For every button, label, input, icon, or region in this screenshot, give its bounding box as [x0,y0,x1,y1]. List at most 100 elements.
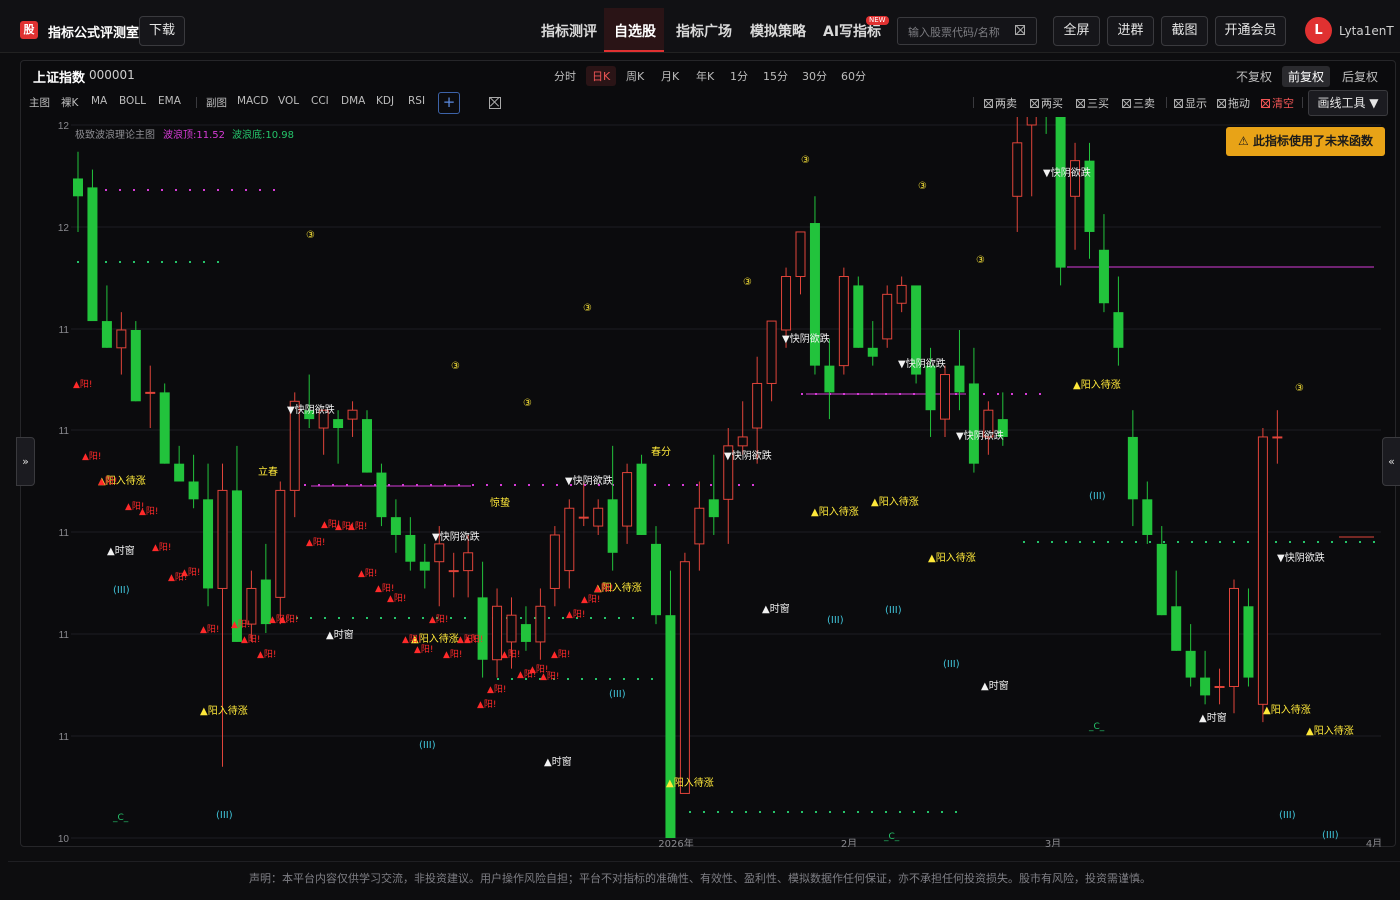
signal-yang-mark: ▲阳! [464,634,484,645]
candle-body [1156,543,1167,616]
wave-circle-three: ③ [583,303,592,314]
checkbox-icon [1030,99,1039,108]
candle-body [463,552,474,572]
x-tick-label: 2026年 [658,837,693,847]
candle-body [968,383,979,464]
expand-left-panel-icon[interactable]: » [16,437,35,486]
tool-main-chart[interactable]: 主图 [29,95,50,110]
signal-yang-mark: ▲阳! [306,537,326,548]
period-1min[interactable]: 1分 [730,68,748,84]
checkbox-icon [1174,99,1183,108]
checkbox-icon [1217,99,1226,108]
tool-macd[interactable]: MACD [237,95,268,107]
avatar[interactable]: L [1305,17,1332,44]
future-function-warning-button[interactable]: ⚠ 此指标使用了未来函数 [1226,127,1385,156]
period-weekly[interactable]: 周K [626,68,644,84]
candlestick-chart[interactable]: 12 12 11 11 11 11 11 10 2026年 2月 3月 4月 极致波浪理论主图 波浪顶:1… [21,117,1381,847]
candle-body [506,614,517,643]
signal-yang-rise: ▲阳入待涨 [1263,703,1311,716]
draw-tools-dropdown[interactable]: 画线工具 ▼ [1308,90,1388,116]
tool-cci[interactable]: CCI [311,95,329,107]
check-three-sell[interactable]: 三卖 [1122,95,1155,111]
stock-code: 000001 [89,68,135,82]
signal-yang-rise: ▲阳入待涨 [1073,378,1121,391]
expand-right-panel-icon[interactable]: « [1382,437,1400,486]
check-two-buy[interactable]: 两买 [1030,95,1063,111]
tool-kdj[interactable]: KDJ [376,95,394,107]
nav-indicator-eval[interactable]: 指标测评 [541,21,597,41]
nav-indicator-plaza[interactable]: 指标广场 [676,21,732,41]
stock-search[interactable] [897,17,1037,45]
tool-ma[interactable]: MA [91,95,107,107]
adjust-none[interactable]: 不复权 [1236,68,1272,85]
signal-yang-mark: ▲阳! [257,649,277,660]
check-drag[interactable]: 拖动 [1217,95,1250,111]
wave-circle-three: ③ [801,155,810,166]
y-tick-label: 11 [59,528,70,539]
tool-boll[interactable]: BOLL [119,95,146,107]
join-group-button[interactable]: 进群 [1107,16,1154,46]
check-clear[interactable]: 清空 [1261,95,1294,111]
add-indicator-button[interactable]: + [438,92,460,114]
candle-body [390,517,401,535]
check-show[interactable]: 显示 [1174,95,1207,111]
tool-vol[interactable]: VOL [278,95,299,107]
candle-body [607,499,618,553]
candle-body [1142,499,1153,535]
check-two-sell[interactable]: 两卖 [984,95,1017,111]
wave-three-label: (III) [419,740,436,751]
candle-body [1243,606,1254,678]
search-clear-icon[interactable] [1015,25,1025,35]
nav-sim-strategy[interactable]: 模拟策略 [750,21,806,41]
signal-yang-mark: ▲阳! [429,614,449,625]
y-tick-label: 11 [59,630,70,641]
y-tick-label: 11 [59,325,70,336]
candle-body [1127,436,1138,500]
new-badge: NEW [866,16,889,25]
signal-time-window: ▲时窗 [762,602,790,615]
check-label: 两买 [1041,97,1063,110]
candle-body [665,615,676,838]
signal-yang-mark: ▲阳! [82,451,102,462]
period-yearly[interactable]: 年K [696,68,714,84]
tool-rsi[interactable]: RSI [408,95,425,107]
candle-body [882,293,893,340]
candle-body [853,285,864,348]
candle-body [448,570,459,573]
search-input[interactable] [906,22,1010,42]
tool-naked-k[interactable]: 裸K [61,95,78,110]
tool-sub-chart[interactable]: 副图 [206,95,227,110]
download-button[interactable]: 下载 [139,16,185,46]
tool-ema[interactable]: EMA [158,95,181,107]
signal-yang-mark: ▲阳! [358,568,378,579]
period-30min[interactable]: 30分 [802,68,827,84]
candle-body [1214,685,1225,688]
username[interactable]: Lyta1enT [1339,24,1394,38]
period-15min[interactable]: 15分 [763,68,788,84]
candle-body [1272,436,1283,439]
signal-fast-drop: ▼快阴欲跌 [782,332,830,345]
period-monthly[interactable]: 月K [661,68,679,84]
candle-body [737,436,748,447]
tool-dma[interactable]: DMA [341,95,365,107]
candle-body [781,276,792,331]
period-intraday[interactable]: 分时 [554,68,576,84]
signal-yang-mark: ▲阳! [181,567,201,578]
fullscreen-button[interactable]: 全屏 [1053,16,1100,46]
candle-body [766,320,777,384]
period-daily[interactable]: 日K [586,66,617,86]
candle-body [405,534,416,562]
close-indicator-icon[interactable] [489,97,501,109]
disclaimer-footer: 声明：本平台内容仅供学习交流，非投资建议。用户操作风险自担；平台不对指标的准确性… [249,872,1151,885]
nav-watchlist[interactable]: 自选股 [614,21,656,41]
membership-button[interactable]: 开通会员 [1215,16,1286,46]
signal-fast-drop: ▼快阴欲跌 [898,357,946,370]
adjust-backward[interactable]: 后复权 [1342,68,1378,85]
check-three-buy[interactable]: 三买 [1076,95,1109,111]
adjust-forward[interactable]: 前复权 [1282,66,1331,87]
period-60min[interactable]: 60分 [841,68,866,84]
wave-three-label: (III) [1279,810,1296,821]
indicator-name: 极致波浪理论主图 [75,128,155,141]
y-tick-label: 10 [58,834,70,845]
screenshot-button[interactable]: 截图 [1161,16,1208,46]
